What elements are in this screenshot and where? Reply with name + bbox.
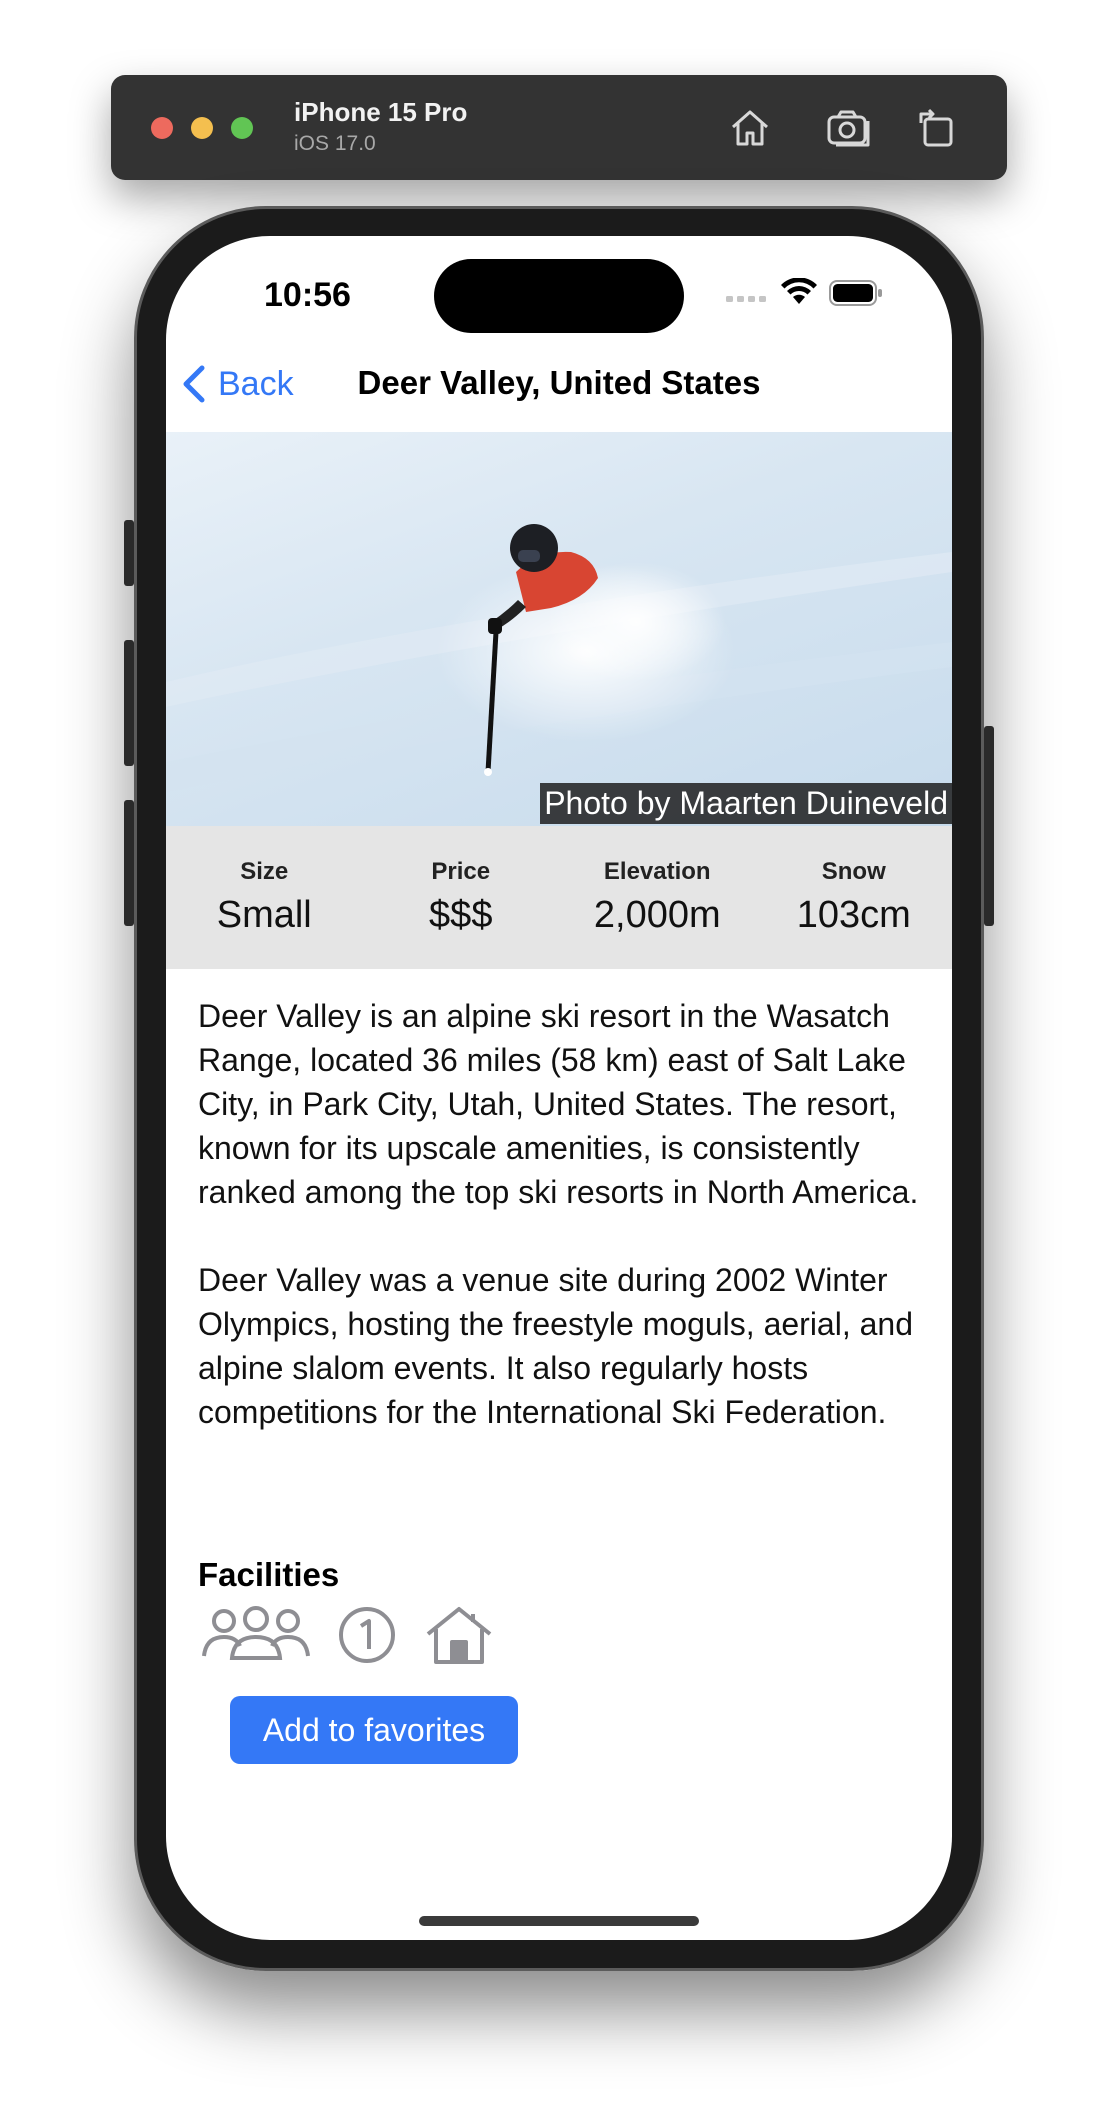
power-button: [984, 726, 994, 926]
zoom-window-button[interactable]: [231, 117, 253, 139]
stat-value: 2,000m: [593, 894, 721, 936]
stat-label: Snow: [821, 858, 886, 885]
os-version: iOS 17.0: [294, 132, 376, 155]
back-button[interactable]: Back: [180, 364, 294, 404]
back-label: Back: [218, 364, 294, 403]
device-screen: 10:56 Deer Valley, United States Back Ph…: [166, 236, 952, 1940]
minimize-window-button[interactable]: [191, 117, 213, 139]
photo-credit: Photo by Maarten Duineveld: [540, 783, 952, 824]
stat-label: Price: [431, 858, 491, 885]
add-to-favorites-button[interactable]: Add to favorites: [230, 1696, 518, 1764]
rotate-icon[interactable]: [913, 103, 963, 153]
stat-label: Size: [240, 858, 289, 885]
house-icon: [424, 1604, 494, 1671]
stat-snow: Snow 103cm: [756, 858, 953, 937]
signal-icon: [726, 296, 766, 302]
home-indicator[interactable]: [419, 1916, 699, 1926]
simulator-title-bar: iPhone 15 Pro iOS 17.0: [111, 75, 1007, 180]
action-button: [124, 520, 134, 586]
stat-value: 103cm: [796, 894, 911, 936]
wifi-icon: [781, 278, 817, 304]
stat-label: Elevation: [603, 858, 711, 885]
screenshot-icon[interactable]: [824, 103, 874, 153]
home-icon[interactable]: [725, 103, 775, 153]
facilities-heading: Facilities: [198, 1556, 340, 1593]
stat-size: Size Small: [166, 858, 363, 937]
dynamic-island: [434, 259, 684, 333]
stat-value: Small: [216, 894, 312, 936]
resort-stats: Size Small Price $$$ Elevation 2,000m Sn…: [166, 826, 952, 969]
description-paragraph: Deer Valley is an alpine ski resort in t…: [198, 998, 919, 1210]
close-window-button[interactable]: [151, 117, 173, 139]
resort-photo: Photo by Maarten Duineveld: [166, 432, 952, 826]
resort-description: Deer Valley is an alpine ski resort in t…: [198, 994, 928, 1478]
skier-illustration: [166, 524, 952, 792]
volume-down-button: [124, 800, 134, 926]
stat-value: $$$: [429, 894, 493, 936]
battery-icon: [829, 280, 882, 306]
status-time: 10:56: [264, 276, 351, 314]
stat-price: Price $$$: [363, 858, 560, 937]
stat-elevation: Elevation 2,000m: [559, 858, 756, 937]
number-one-circle-icon: [336, 1604, 398, 1671]
family-icon: [202, 1604, 310, 1671]
chevron-left-icon: [183, 365, 205, 403]
volume-up-button: [124, 640, 134, 766]
description-paragraph: Deer Valley was a venue site during 2002…: [198, 1262, 913, 1430]
device-name: iPhone 15 Pro: [294, 97, 468, 127]
